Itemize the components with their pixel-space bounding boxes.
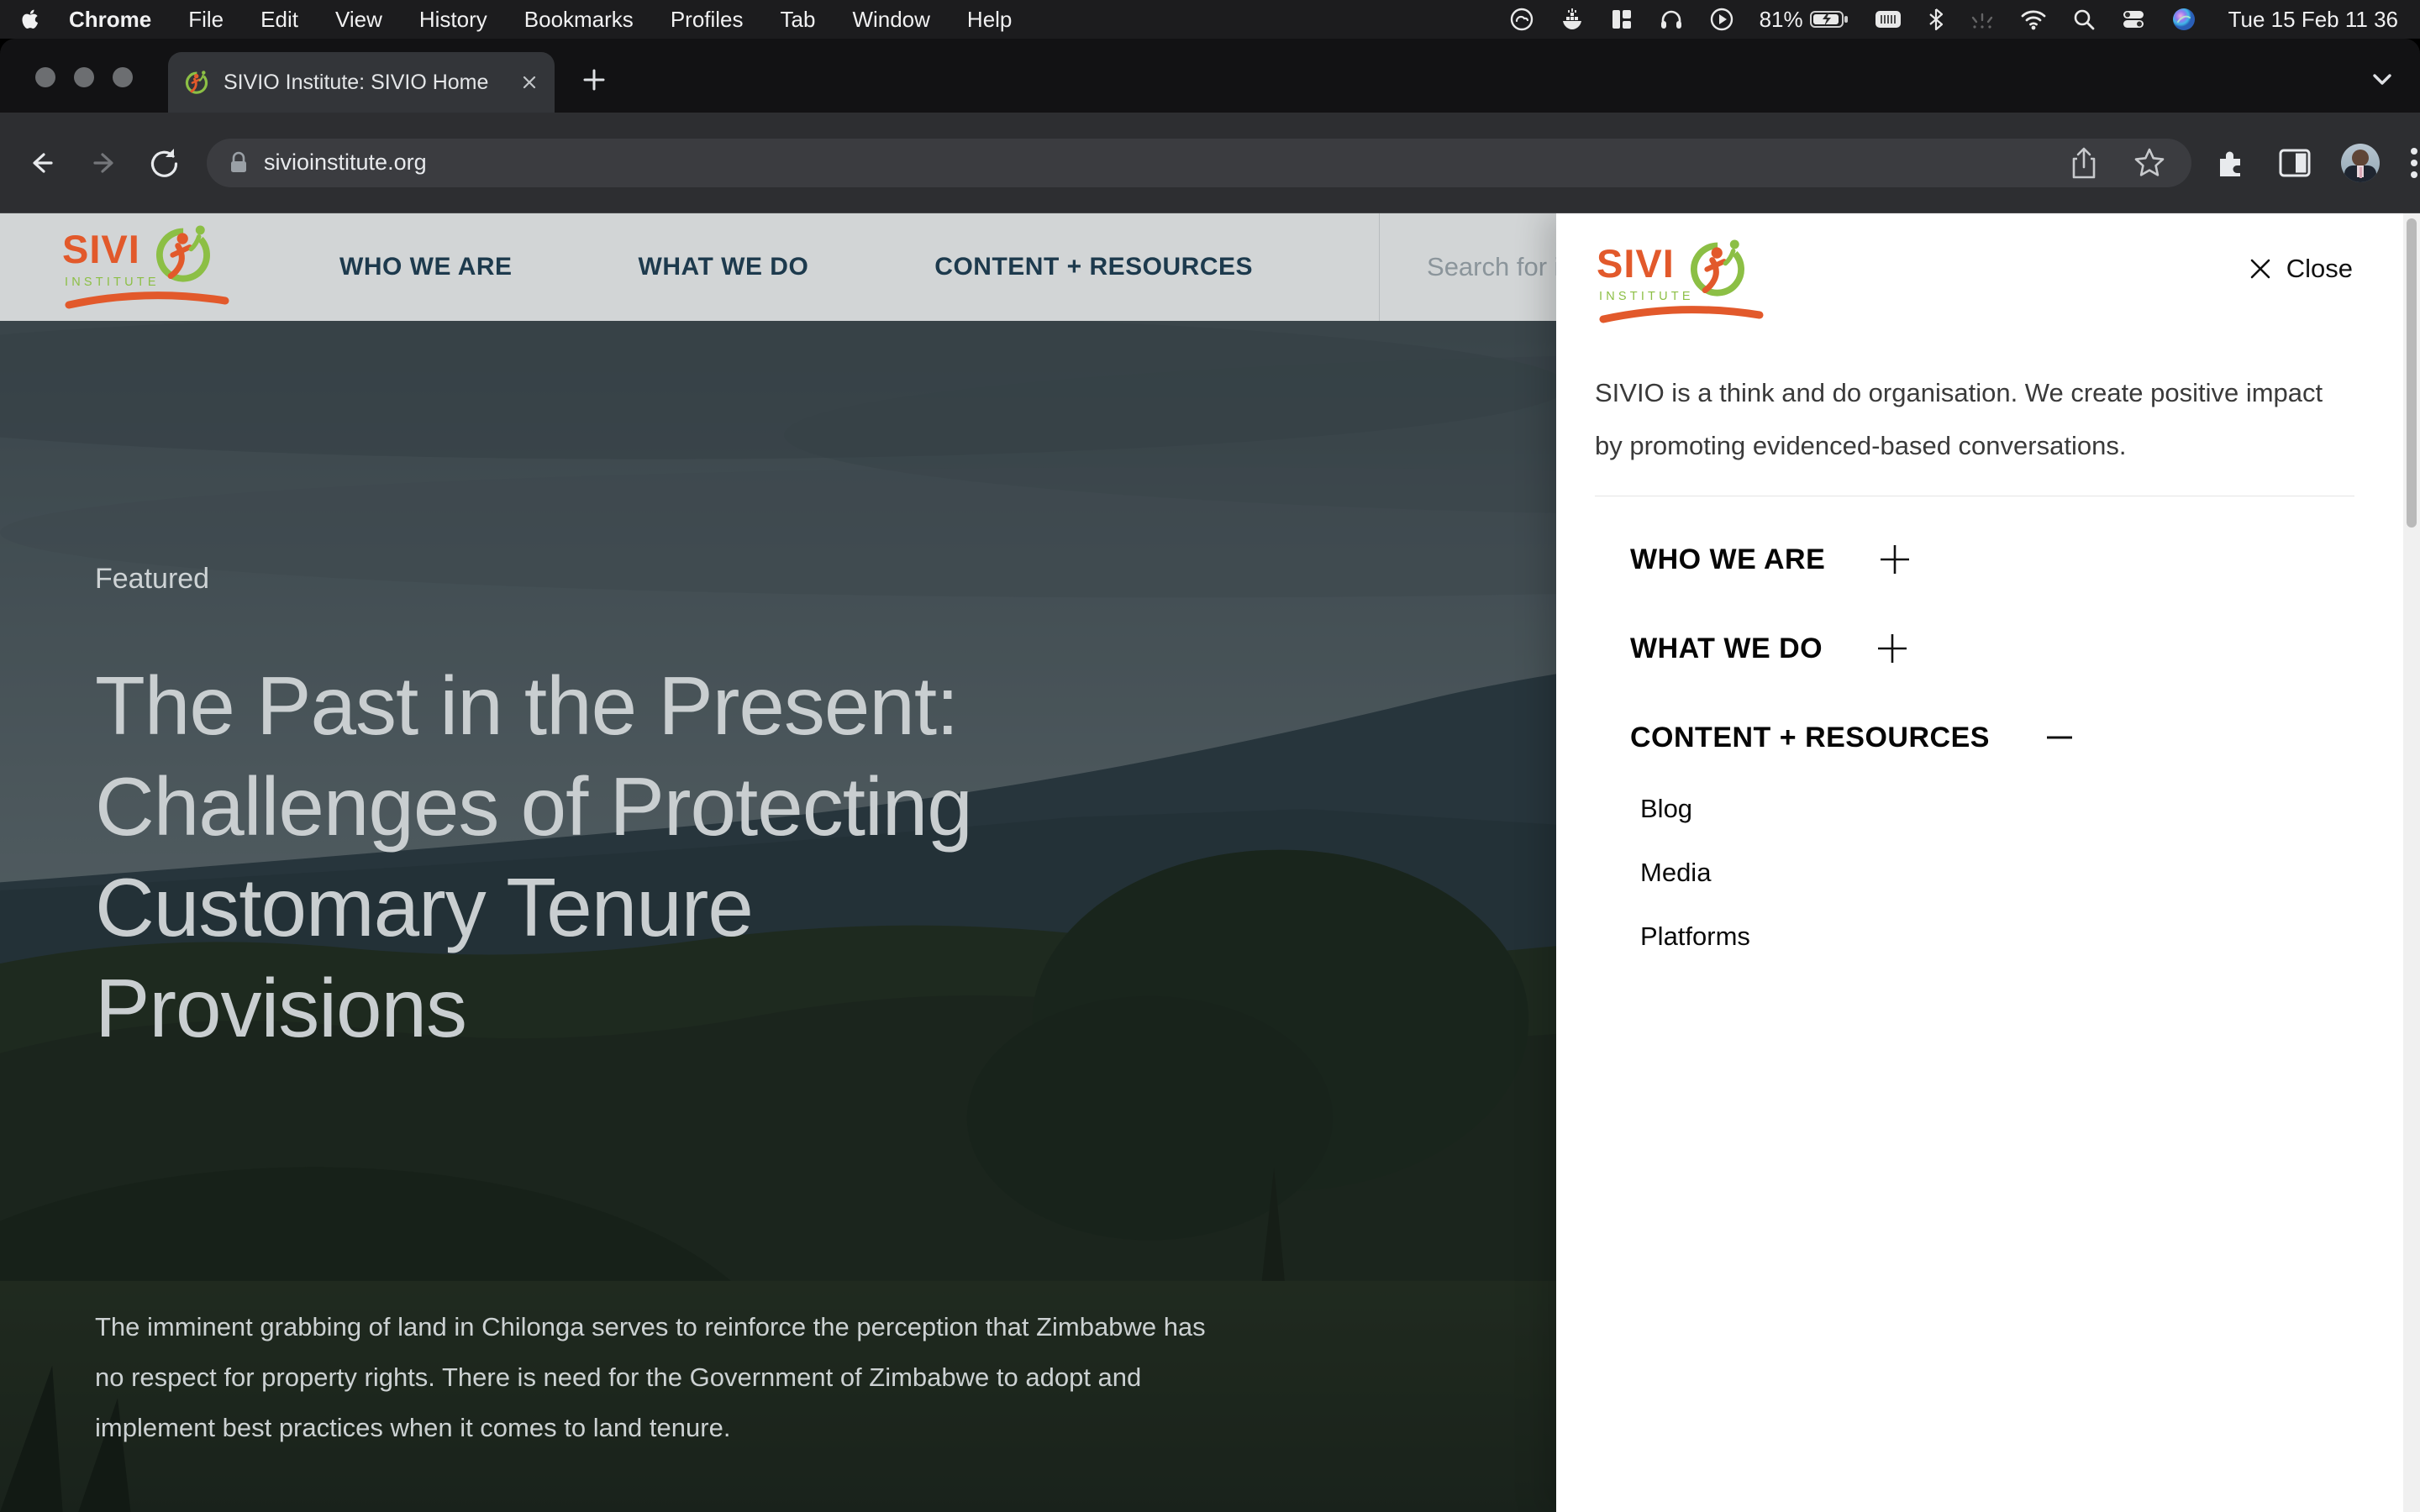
- featured-label: Featured: [95, 563, 209, 596]
- tab-title: SIVIO Institute: SIVIO Home: [224, 71, 511, 95]
- menubar-item-bookmarks[interactable]: Bookmarks: [506, 7, 652, 33]
- nav-content-resources[interactable]: CONTENT + RESOURCES: [934, 253, 1253, 281]
- hero-description-line: The imminent grabbing of land in Chilong…: [95, 1302, 1206, 1352]
- close-icon: [2248, 256, 2273, 281]
- battery-status[interactable]: 81%: [1760, 7, 1849, 33]
- tab-strip: SIVIO Institute: SIVIO Home: [0, 39, 2420, 113]
- panel-link-blog[interactable]: Blog: [1640, 791, 2354, 827]
- tab-favicon: [183, 69, 210, 96]
- screen: Chrome File Edit View History Bookmarks …: [0, 0, 2420, 1512]
- minimize-window-button[interactable]: [74, 67, 94, 87]
- control-center-icon[interactable]: [2121, 8, 2146, 30]
- window-controls: [35, 67, 133, 87]
- hero-description-line: implement best practices when it comes t…: [95, 1403, 1206, 1453]
- menubar-item-view[interactable]: View: [317, 7, 401, 33]
- close-menu-button[interactable]: Close: [2248, 254, 2353, 284]
- browser-tab[interactable]: SIVIO Institute: SIVIO Home: [168, 52, 555, 113]
- hero-title-line: Customary Tenure: [95, 857, 972, 958]
- panel-description-line: SIVIO is a think and do organisation. We…: [1595, 366, 2323, 419]
- site-nav: WHO WE ARE WHAT WE DO CONTENT + RESOURCE…: [339, 253, 1253, 281]
- menubar-item-history[interactable]: History: [401, 7, 506, 33]
- web-page: WHO WE ARE WHAT WE DO CONTENT + RESOURCE…: [0, 213, 2420, 1512]
- browser-toolbar: sivioinstitute.org: [0, 113, 2420, 213]
- zoom-window-button[interactable]: [113, 67, 133, 87]
- tab-close-icon[interactable]: [519, 72, 539, 92]
- url-text: sivioinstitute.org: [264, 150, 2069, 176]
- touchbar-icon[interactable]: [1874, 8, 1902, 30]
- plus-icon[interactable]: [1875, 631, 1910, 666]
- panel-section-content-resources[interactable]: CONTENT + RESOURCES: [1630, 717, 2354, 758]
- hero-title-line: The Past in the Present:: [95, 655, 972, 756]
- nav-what-we-do[interactable]: WHAT WE DO: [639, 253, 809, 281]
- battery-icon: [1810, 9, 1849, 29]
- menubar-item-help[interactable]: Help: [949, 7, 1030, 33]
- headphones-icon[interactable]: [1659, 7, 1684, 32]
- panel-sivio-logo[interactable]: [1597, 235, 1765, 328]
- bookmark-star-icon[interactable]: [2133, 146, 2166, 180]
- menubar-item-profiles[interactable]: Profiles: [652, 7, 762, 33]
- browser-menu-dots-icon[interactable]: [2408, 144, 2420, 181]
- hero-title: The Past in the Present: Challenges of P…: [95, 655, 972, 1058]
- panel-section-who-we-are[interactable]: WHO WE ARE: [1630, 539, 2354, 580]
- hero-description: The imminent grabbing of land in Chilong…: [95, 1302, 1206, 1453]
- menubar-app-name[interactable]: Chrome: [50, 7, 170, 33]
- hero-title-line: Provisions: [95, 958, 972, 1058]
- spotlight-search-icon[interactable]: [2072, 8, 2096, 31]
- hero-description-line: no respect for property rights. There is…: [95, 1352, 1206, 1403]
- close-label: Close: [2286, 254, 2353, 284]
- panel-menu: WHO WE ARE WHAT WE DO CONT: [1630, 539, 2354, 983]
- lock-icon[interactable]: [227, 150, 250, 176]
- menubar-item-file[interactable]: File: [170, 7, 242, 33]
- keyboard-brightness-icon[interactable]: [1970, 8, 1995, 30]
- panel-description: SIVIO is a think and do organisation. We…: [1595, 366, 2323, 472]
- sivio-logo[interactable]: [62, 221, 230, 313]
- forward-button[interactable]: [84, 144, 123, 182]
- reload-button[interactable]: [145, 144, 183, 182]
- hero-title-line: Challenges of Protecting: [95, 756, 972, 857]
- battery-percentage: 81%: [1760, 7, 1803, 33]
- window-tiles-icon[interactable]: [1610, 8, 1634, 31]
- wifi-icon[interactable]: [2020, 8, 2047, 30]
- new-tab-button[interactable]: [580, 66, 608, 94]
- panel-description-line: by promoting evidenced-based conversatio…: [1595, 419, 2323, 472]
- siri-icon[interactable]: [2171, 7, 2196, 32]
- panel-link-platforms[interactable]: Platforms: [1640, 919, 2354, 954]
- browser-window: SIVIO Institute: SIVIO Home: [0, 39, 2420, 1512]
- panel-link-media[interactable]: Media: [1640, 855, 2354, 890]
- profile-avatar[interactable]: [2341, 144, 2380, 182]
- creative-cloud-icon[interactable]: [1509, 7, 1534, 32]
- side-panel-icon[interactable]: [2277, 147, 2312, 179]
- page-scrollbar[interactable]: [2403, 213, 2420, 1512]
- docker-icon[interactable]: [1560, 7, 1585, 32]
- scrollbar-thumb[interactable]: [2407, 218, 2417, 528]
- address-bar[interactable]: sivioinstitute.org: [207, 139, 2191, 187]
- share-icon[interactable]: [2069, 145, 2099, 181]
- menubar-item-tab[interactable]: Tab: [762, 7, 834, 33]
- menubar-clock[interactable]: Tue 15 Feb 11 36: [2222, 7, 2398, 33]
- menu-panel: Close SIVIO is a think and do organisati…: [1556, 213, 2420, 1512]
- panel-section-what-we-do[interactable]: WHAT WE DO: [1630, 628, 2354, 669]
- close-window-button[interactable]: [35, 67, 55, 87]
- plus-icon[interactable]: [1877, 542, 1912, 577]
- minus-icon[interactable]: [2042, 720, 2077, 755]
- nav-who-we-are[interactable]: WHO WE ARE: [339, 253, 513, 281]
- play-circle-icon[interactable]: [1709, 7, 1734, 32]
- menubar-item-window[interactable]: Window: [834, 7, 948, 33]
- tab-search-chevron-icon[interactable]: [2370, 71, 2395, 89]
- bluetooth-icon[interactable]: [1928, 8, 1944, 31]
- apple-menu-icon[interactable]: [22, 9, 39, 29]
- macos-menubar: Chrome File Edit View History Bookmarks …: [0, 0, 2420, 39]
- back-button[interactable]: [24, 144, 62, 182]
- panel-subsection: Blog Media Platforms: [1640, 791, 2354, 954]
- extensions-puzzle-icon[interactable]: [2213, 145, 2249, 181]
- menubar-item-edit[interactable]: Edit: [242, 7, 317, 33]
